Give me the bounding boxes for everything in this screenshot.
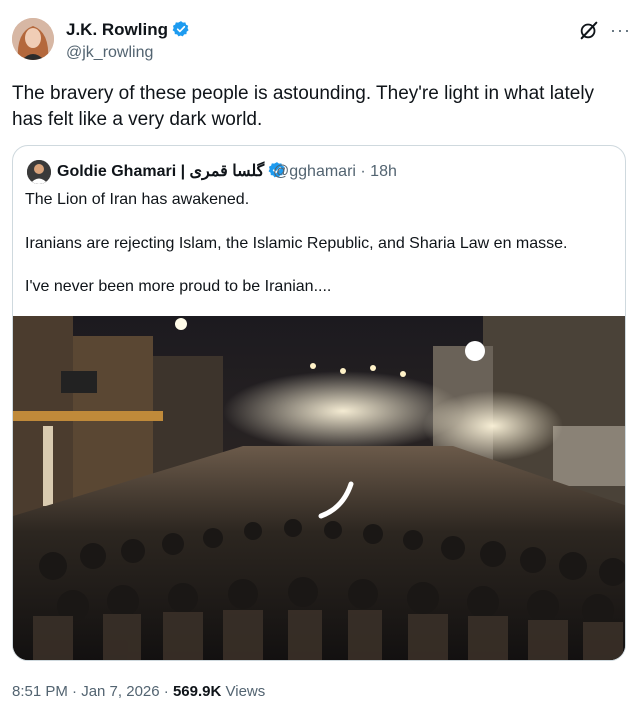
author-name-text[interactable]: J.K. Rowling	[66, 20, 168, 39]
quoted-tweet[interactable]: Goldie Ghamari | گلسا قمری @gghamari · 1…	[12, 145, 626, 661]
views-label: Views	[225, 683, 266, 700]
author-avatar[interactable]	[12, 18, 54, 60]
quoted-handle[interactable]: @gghamari	[273, 163, 356, 180]
author-handle[interactable]: @jk_rowling	[66, 43, 153, 63]
tweet-text: The bravery of these people is astoundin…	[12, 83, 595, 130]
tweet-date[interactable]: · Jan 7, 2026 ·	[72, 683, 169, 700]
author-name[interactable]: J.K. Rowling	[66, 20, 190, 43]
quoted-line-1: The Lion of Iran has awakened.	[25, 191, 250, 208]
quoted-author-name-text[interactable]: Goldie Ghamari | گلسا قمری	[57, 163, 264, 180]
crowd-street-image	[13, 316, 625, 660]
quoted-time[interactable]: · 18h	[360, 163, 396, 180]
quoted-video[interactable]	[13, 316, 625, 660]
verified-badge-icon	[172, 20, 190, 43]
views-count[interactable]: 569.9K	[173, 683, 221, 700]
quoted-avatar[interactable]	[27, 160, 51, 184]
quoted-line-2: Iranians are rejecting Islam, the Islami…	[25, 235, 568, 252]
quoted-author-name[interactable]: Goldie Ghamari | گلسا قمری	[57, 160, 286, 187]
quoted-handle-time[interactable]: @gghamari · 18h	[273, 160, 397, 184]
tweet-meta: 8:51 PM · Jan 7, 2026 · 569.9K Views	[12, 682, 265, 702]
tweet-time[interactable]: 8:51 PM	[12, 683, 68, 700]
grok-icon[interactable]	[578, 19, 600, 46]
more-icon[interactable]: ···	[610, 20, 631, 41]
quoted-line-3: I've never been more proud to be Iranian…	[25, 278, 332, 295]
